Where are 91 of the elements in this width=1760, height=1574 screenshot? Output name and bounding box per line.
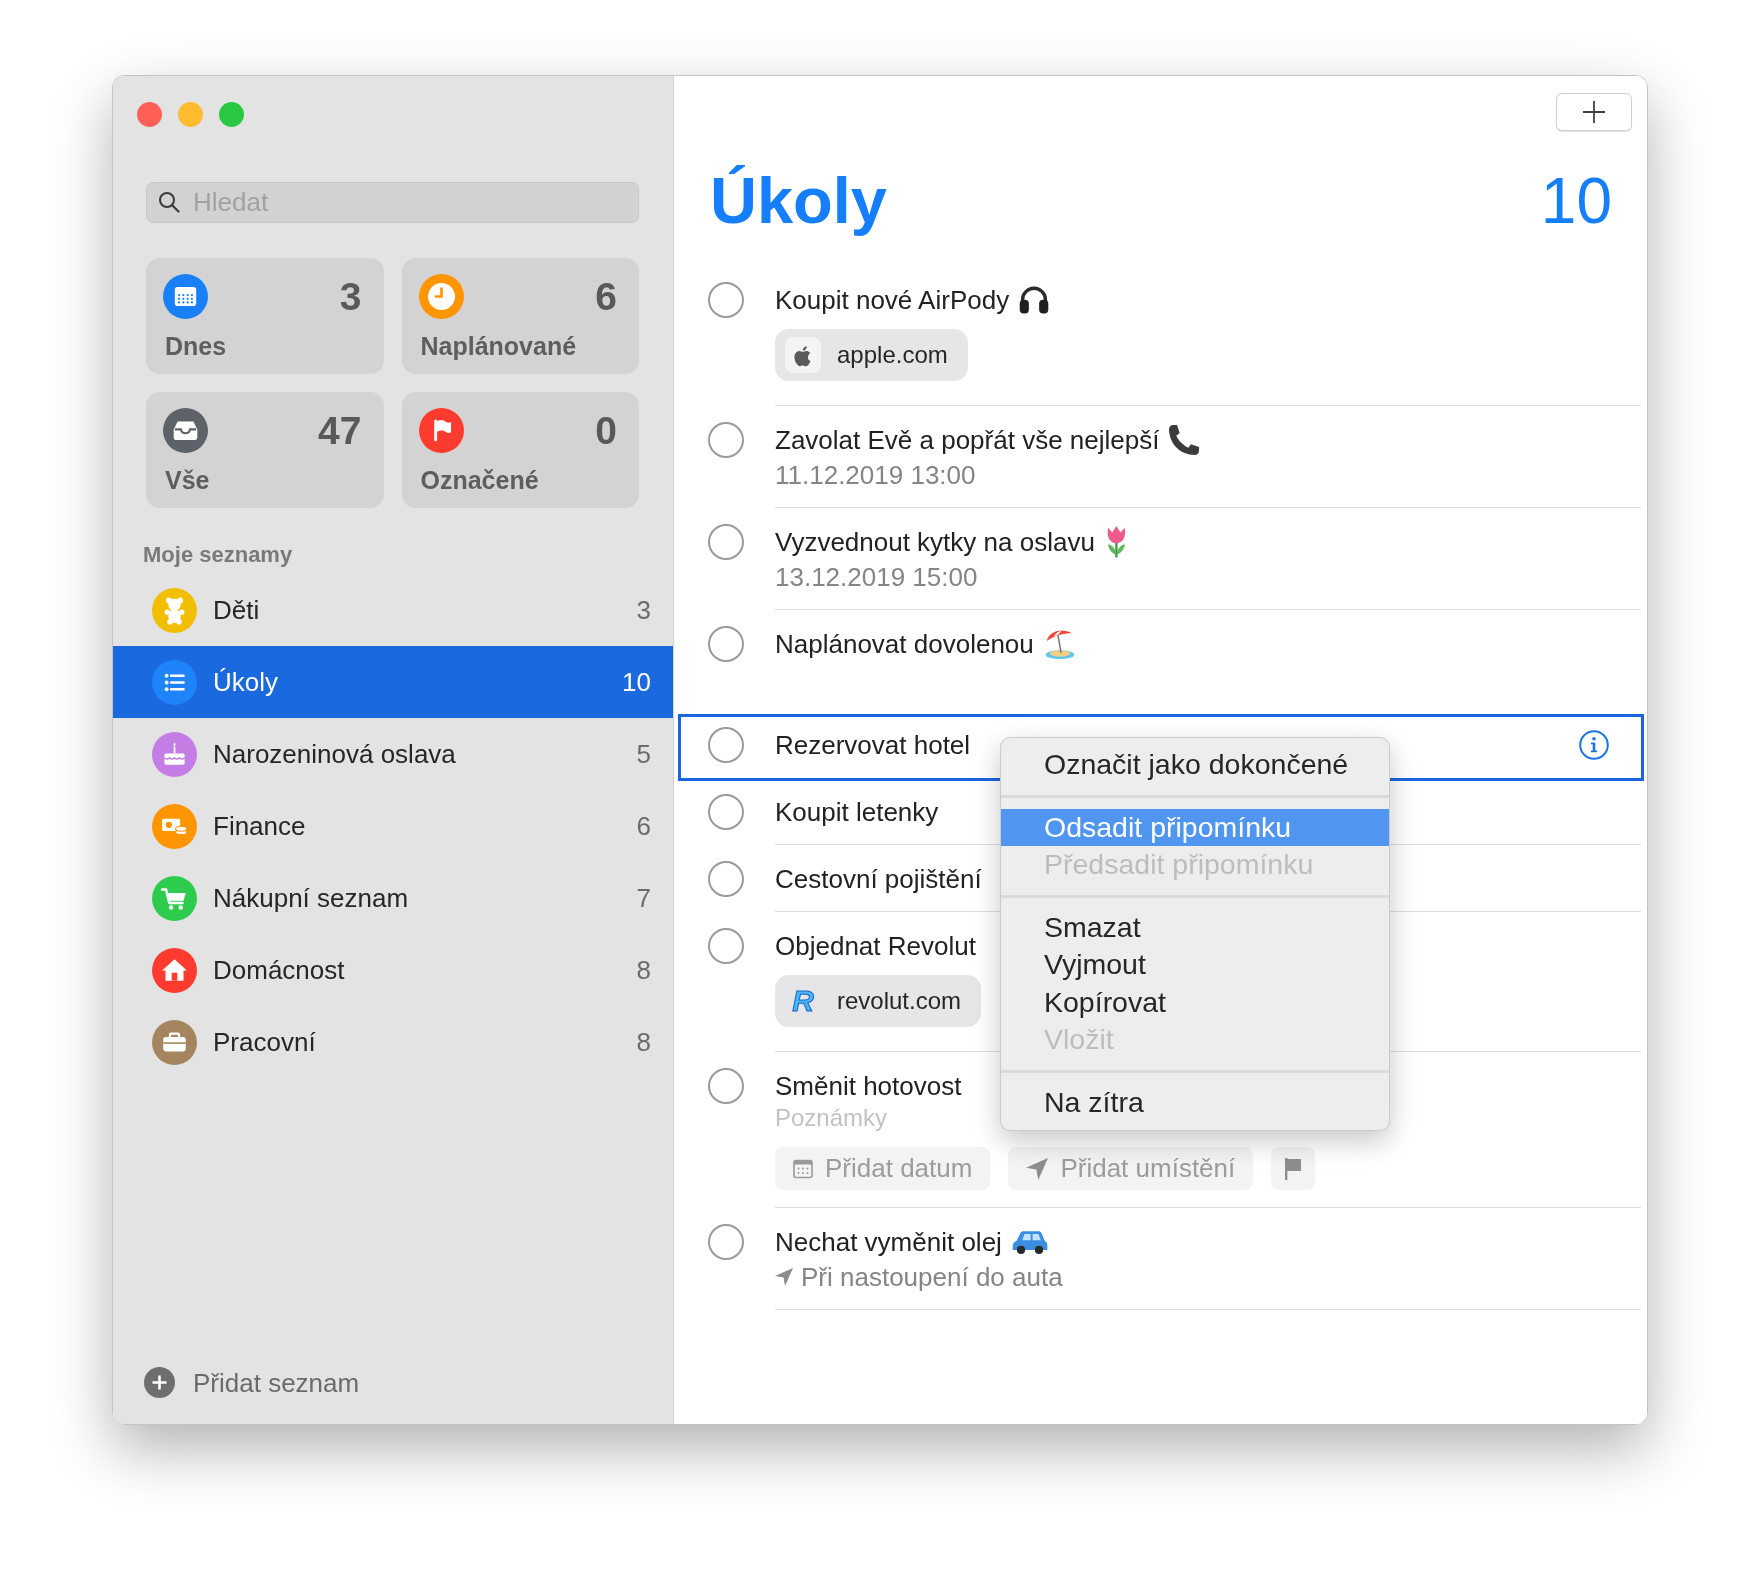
list-count: 3 [636,595,651,625]
task-row[interactable]: Nechat vyměnit olej Při nastoupení do auta [678,1211,1644,1313]
checkbox[interactable] [708,1068,744,1104]
link-chip[interactable]: R revolut.com [775,975,982,1027]
smart-list-tile[interactable]: 6 Naplánované [401,258,639,374]
smart-list-tile[interactable]: 0 Označené [401,392,639,508]
menu-item[interactable]: Na zítra [1001,1083,1389,1121]
list-name: Děti [213,595,260,625]
phone-icon [1169,425,1200,455]
menu-item[interactable]: Vyjmout [1001,946,1389,984]
list-item[interactable]: Děti 3 [113,574,673,646]
calendar-icon [793,1158,813,1179]
car-icon [1011,1229,1048,1255]
checkbox[interactable] [708,928,744,964]
list-item[interactable]: Narozeninová oslava 5 [113,718,673,790]
list-name: Domácnost [213,955,345,985]
task-title: Vyzvednout kytky na oslavu [775,527,1095,557]
task-title: Nechat vyměnit olej [775,1227,1002,1257]
section-title: Moje seznamy [143,543,293,567]
list-item[interactable]: Domácnost 8 [113,934,673,1006]
smart-list-tile[interactable]: 3 Dnes [146,258,384,374]
info-icon[interactable] [1579,730,1609,760]
task-row[interactable]: Zavolat Evě a popřát vše nejlepší 11.12.2019 13:00 [678,409,1644,511]
task-row[interactable]: Naplánovat dovolenou [678,613,1644,680]
add-list-button[interactable]: Přidat seznam [144,1367,360,1398]
list-count: 10 [622,667,651,697]
beach-umbrella-icon [1043,629,1076,659]
apple-icon [785,337,821,373]
list-name: Narozeninová oslava [213,739,456,769]
menu-item[interactable]: Kopírovat [1001,983,1389,1021]
tile-count: 0 [595,408,617,453]
list-item[interactable]: Nákupní seznam 7 [113,862,673,934]
tile-count: 6 [595,274,617,319]
notes-field[interactable]: Poznámky [775,1103,965,1133]
checkbox[interactable] [708,626,744,662]
task-title: Objednat Revolut [775,931,976,961]
search-icon [158,191,180,213]
task-title: Naplánovat dovolenou [775,629,1034,659]
list-count: 8 [636,955,651,985]
close-button[interactable] [137,102,162,127]
tile-label: Označené [420,465,539,495]
tile-label: Dnes [165,331,227,361]
task-title: Koupit letenky [775,797,939,827]
list-item[interactable]: Finance 6 [113,790,673,862]
checkbox[interactable] [708,861,744,897]
task-title: Směnit hotovost [775,1071,962,1101]
menu-item[interactable]: Označit jako dokončené [1001,746,1389,784]
add-button[interactable] [1556,93,1632,131]
link-chip[interactable]: apple.com [775,329,968,381]
task-title: Cestovní pojištění [775,864,982,894]
list-item[interactable]: Pracovní 8 [113,1006,673,1078]
list-count: 6 [636,811,651,841]
tile-count: 47 [318,408,362,453]
checkbox[interactable] [708,282,744,318]
list-count: 5 [636,739,651,769]
checkbox[interactable] [708,524,744,560]
tile-label: Vše [165,465,210,495]
list-name: Nákupní seznam [213,883,409,913]
site-logo: R [791,983,815,1019]
location-text: Při nastoupení do auta [801,1262,1063,1292]
list-title: Úkoly [710,166,887,236]
tile-count: 3 [339,274,362,319]
task-date: 13.12.2019 15:00 [775,562,978,592]
plus-icon [144,1367,175,1398]
list-count: 8 [636,1027,651,1057]
list-count: 7 [636,883,651,913]
task-row[interactable]: Vyzvednout kytky na oslavu 13.12.2019 15:00 [678,511,1644,613]
menu-item[interactable]: Smazat [1001,908,1389,946]
checkbox[interactable] [708,727,744,763]
flag-button[interactable] [1271,1147,1316,1190]
list-total: 10 [1540,166,1612,236]
task-row[interactable]: Koupit nové AirPody apple.com [678,269,1644,409]
location-arrow-icon [775,1268,793,1286]
task-title: Koupit nové AirPody [775,285,1010,315]
headphones-icon [1019,286,1050,314]
list-name: Úkoly [213,667,278,697]
task-date: 11.12.2019 13:00 [775,460,976,490]
tile-label: Naplánované [420,331,577,361]
checkbox[interactable] [708,1224,744,1260]
smart-list-tile[interactable]: 47 Vše [146,392,384,508]
list-name: Pracovní [213,1027,316,1057]
list-item[interactable]: Úkoly 10 [113,646,673,718]
task-title: Rezervovat hotel [775,730,971,760]
checkbox[interactable] [708,794,744,830]
zoom-button[interactable] [219,102,244,127]
location-arrow-icon [1026,1157,1049,1180]
list-name: Finance [213,811,306,841]
checkbox[interactable] [708,422,744,458]
task-title: Zavolat Evě a popřát vše nejlepší [775,425,1160,455]
plus-icon [1583,101,1605,123]
flag-icon [1284,1157,1303,1180]
